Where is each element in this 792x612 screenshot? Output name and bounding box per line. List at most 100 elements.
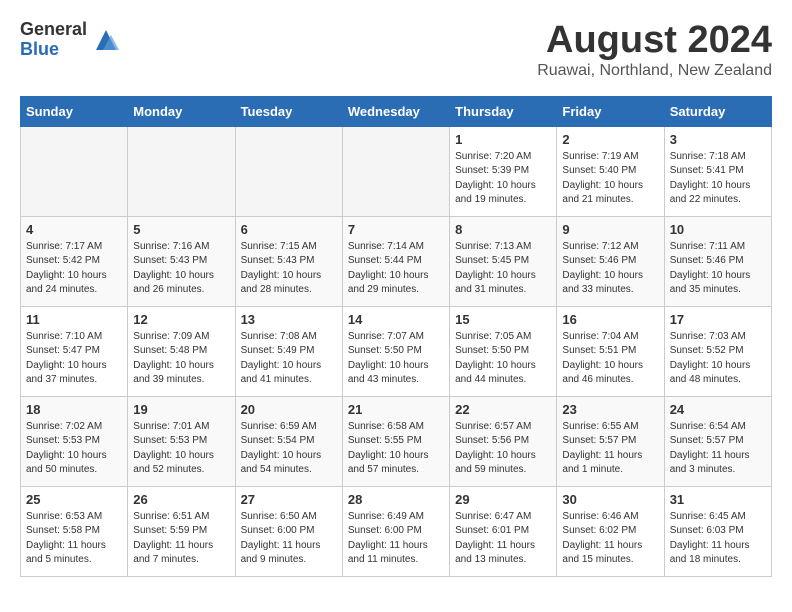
day-info: Sunrise: 6:59 AM Sunset: 5:54 PM Dayligh…	[241, 420, 337, 478]
day-number: 4	[26, 222, 122, 237]
day-number: 27	[241, 492, 337, 507]
day-number: 30	[562, 492, 658, 507]
day-info: Sunrise: 6:50 AM Sunset: 6:00 PM Dayligh…	[241, 510, 337, 568]
day-info: Sunrise: 6:53 AM Sunset: 5:58 PM Dayligh…	[26, 510, 122, 568]
day-info: Sunrise: 7:19 AM Sunset: 5:40 PM Dayligh…	[562, 150, 658, 208]
calendar-cell: 26Sunrise: 6:51 AM Sunset: 5:59 PM Dayli…	[128, 486, 235, 576]
calendar-cell: 19Sunrise: 7:01 AM Sunset: 5:53 PM Dayli…	[128, 396, 235, 486]
calendar-cell: 17 Sunrise: 7:03 AM Sunset: 5:52 PM Dayli…	[664, 306, 771, 396]
week-row-2: 4 Sunrise: 7:17 AM Sunset: 5:42 PM Daylig…	[21, 216, 772, 306]
weekday-header-monday: Monday	[128, 96, 235, 126]
calendar-cell: 22Sunrise: 6:57 AM Sunset: 5:56 PM Dayli…	[450, 396, 557, 486]
day-info: Sunrise: 7:03 AM Sunset: 5:52 PM Dayligh…	[670, 330, 766, 388]
week-row-5: 25 Sunrise: 6:53 AM Sunset: 5:58 PM Dayli…	[21, 486, 772, 576]
calendar-cell: 3 Sunrise: 7:18 AM Sunset: 5:41 PM Daylig…	[664, 126, 771, 216]
day-number: 18	[26, 402, 122, 417]
day-info: Sunrise: 7:18 AM Sunset: 5:41 PM Dayligh…	[670, 150, 766, 208]
calendar-cell: 31Sunrise: 6:45 AM Sunset: 6:03 PM Dayli…	[664, 486, 771, 576]
page-header: General Blue August 2024 Ruawai, Northla…	[20, 20, 772, 80]
day-info: Sunrise: 6:51 AM Sunset: 5:59 PM Dayligh…	[133, 510, 229, 568]
calendar-cell: 13Sunrise: 7:08 AM Sunset: 5:49 PM Dayli…	[235, 306, 342, 396]
logo-general-text: General	[20, 20, 87, 40]
week-row-4: 18 Sunrise: 7:02 AM Sunset: 5:53 PM Dayli…	[21, 396, 772, 486]
day-info: Sunrise: 6:55 AM Sunset: 5:57 PM Dayligh…	[562, 420, 658, 478]
day-number: 17	[670, 312, 766, 327]
day-number: 24	[670, 402, 766, 417]
calendar-cell: 9 Sunrise: 7:12 AM Sunset: 5:46 PM Daylig…	[557, 216, 664, 306]
calendar-cell: 29 Sunrise: 6:47 AM Sunset: 6:01 PM Dayli…	[450, 486, 557, 576]
day-number: 29	[455, 492, 551, 507]
day-number: 28	[348, 492, 444, 507]
calendar-cell: 30Sunrise: 6:46 AM Sunset: 6:02 PM Dayli…	[557, 486, 664, 576]
day-info: Sunrise: 6:58 AM Sunset: 5:55 PM Dayligh…	[348, 420, 444, 478]
day-number: 22	[455, 402, 551, 417]
calendar-cell: 15 Sunrise: 7:05 AM Sunset: 5:50 PM Dayli…	[450, 306, 557, 396]
calendar-cell: 2 Sunrise: 7:19 AM Sunset: 5:40 PM Daylig…	[557, 126, 664, 216]
day-number: 8	[455, 222, 551, 237]
weekday-header-thursday: Thursday	[450, 96, 557, 126]
week-row-1: 1 Sunrise: 7:20 AM Sunset: 5:39 PM Daylig…	[21, 126, 772, 216]
calendar-cell: 20 Sunrise: 6:59 AM Sunset: 5:54 PM Dayli…	[235, 396, 342, 486]
day-info: Sunrise: 6:54 AM Sunset: 5:57 PM Dayligh…	[670, 420, 766, 478]
day-info: Sunrise: 7:07 AM Sunset: 5:50 PM Dayligh…	[348, 330, 444, 388]
calendar-cell	[21, 126, 128, 216]
calendar-cell: 10 Sunrise: 7:11 AM Sunset: 5:46 PM Dayli…	[664, 216, 771, 306]
day-number: 20	[241, 402, 337, 417]
calendar-cell: 23 Sunrise: 6:55 AM Sunset: 5:57 PM Dayli…	[557, 396, 664, 486]
calendar-table: SundayMondayTuesdayWednesdayThursdayFrid…	[20, 96, 772, 577]
day-number: 10	[670, 222, 766, 237]
day-number: 15	[455, 312, 551, 327]
calendar-cell: 18 Sunrise: 7:02 AM Sunset: 5:53 PM Dayli…	[21, 396, 128, 486]
day-number: 7	[348, 222, 444, 237]
weekday-header-friday: Friday	[557, 96, 664, 126]
weekday-header-row: SundayMondayTuesdayWednesdayThursdayFrid…	[21, 96, 772, 126]
day-number: 23	[562, 402, 658, 417]
weekday-header-sunday: Sunday	[21, 96, 128, 126]
day-info: Sunrise: 7:12 AM Sunset: 5:46 PM Dayligh…	[562, 240, 658, 298]
day-info: Sunrise: 7:14 AM Sunset: 5:44 PM Dayligh…	[348, 240, 444, 298]
day-number: 5	[133, 222, 229, 237]
day-info: Sunrise: 7:11 AM Sunset: 5:46 PM Dayligh…	[670, 240, 766, 298]
day-info: Sunrise: 7:17 AM Sunset: 5:42 PM Dayligh…	[26, 240, 122, 298]
day-info: Sunrise: 7:20 AM Sunset: 5:39 PM Dayligh…	[455, 150, 551, 208]
day-info: Sunrise: 7:13 AM Sunset: 5:45 PM Dayligh…	[455, 240, 551, 298]
day-info: Sunrise: 7:04 AM Sunset: 5:51 PM Dayligh…	[562, 330, 658, 388]
day-info: Sunrise: 6:47 AM Sunset: 6:01 PM Dayligh…	[455, 510, 551, 568]
calendar-cell: 28Sunrise: 6:49 AM Sunset: 6:00 PM Dayli…	[342, 486, 449, 576]
weekday-header-wednesday: Wednesday	[342, 96, 449, 126]
calendar-cell: 12Sunrise: 7:09 AM Sunset: 5:48 PM Dayli…	[128, 306, 235, 396]
week-row-3: 11 Sunrise: 7:10 AM Sunset: 5:47 PM Dayli…	[21, 306, 772, 396]
month-title: August 2024	[537, 20, 772, 62]
calendar-cell: 25 Sunrise: 6:53 AM Sunset: 5:58 PM Dayli…	[21, 486, 128, 576]
day-number: 25	[26, 492, 122, 507]
day-number: 2	[562, 132, 658, 147]
calendar-cell: 4 Sunrise: 7:17 AM Sunset: 5:42 PM Daylig…	[21, 216, 128, 306]
day-number: 3	[670, 132, 766, 147]
day-number: 16	[562, 312, 658, 327]
calendar-cell: 7 Sunrise: 7:14 AM Sunset: 5:44 PM Daylig…	[342, 216, 449, 306]
calendar-cell: 6Sunrise: 7:15 AM Sunset: 5:43 PM Daylig…	[235, 216, 342, 306]
title-block: August 2024 Ruawai, Northland, New Zeala…	[537, 20, 772, 80]
day-info: Sunrise: 7:10 AM Sunset: 5:47 PM Dayligh…	[26, 330, 122, 388]
calendar-cell: 24 Sunrise: 6:54 AM Sunset: 5:57 PM Dayli…	[664, 396, 771, 486]
day-info: Sunrise: 7:15 AM Sunset: 5:43 PM Dayligh…	[241, 240, 337, 298]
calendar-cell: 1 Sunrise: 7:20 AM Sunset: 5:39 PM Daylig…	[450, 126, 557, 216]
day-number: 14	[348, 312, 444, 327]
logo: General Blue	[20, 20, 121, 60]
day-number: 1	[455, 132, 551, 147]
day-info: Sunrise: 7:05 AM Sunset: 5:50 PM Dayligh…	[455, 330, 551, 388]
day-info: Sunrise: 7:02 AM Sunset: 5:53 PM Dayligh…	[26, 420, 122, 478]
day-number: 9	[562, 222, 658, 237]
calendar-cell: 8 Sunrise: 7:13 AM Sunset: 5:45 PM Daylig…	[450, 216, 557, 306]
weekday-header-tuesday: Tuesday	[235, 96, 342, 126]
calendar-cell	[128, 126, 235, 216]
day-info: Sunrise: 7:01 AM Sunset: 5:53 PM Dayligh…	[133, 420, 229, 478]
day-number: 13	[241, 312, 337, 327]
logo-blue-text: Blue	[20, 40, 87, 60]
day-number: 11	[26, 312, 122, 327]
calendar-cell: 5Sunrise: 7:16 AM Sunset: 5:43 PM Daylig…	[128, 216, 235, 306]
calendar-cell: 16 Sunrise: 7:04 AM Sunset: 5:51 PM Dayli…	[557, 306, 664, 396]
calendar-cell	[235, 126, 342, 216]
day-info: Sunrise: 6:45 AM Sunset: 6:03 PM Dayligh…	[670, 510, 766, 568]
calendar-cell: 27 Sunrise: 6:50 AM Sunset: 6:00 PM Dayli…	[235, 486, 342, 576]
